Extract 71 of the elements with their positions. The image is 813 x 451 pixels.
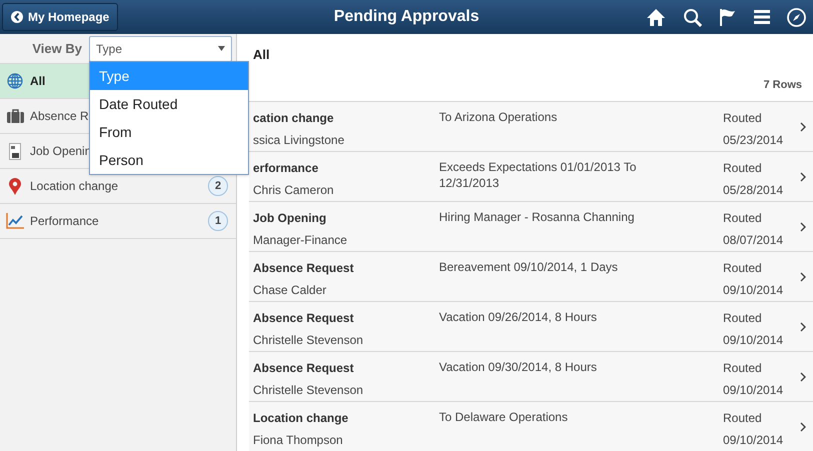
status-text: Routed [723,310,763,327]
count-badge: 1 [208,211,228,231]
approval-type: Location change [253,410,350,427]
page-title: Pending Approvals [332,7,480,27]
person-name: Christelle Stevenson [253,332,364,349]
chevron-right-icon [800,272,806,282]
approval-row[interactable]: Absence Request Christelle Stevenson Vacation 09/26/2014, 8 Hours Routed 09/10/2014 [249,302,813,352]
globe-icon [7,73,23,89]
dropdown-option[interactable]: Date Routed [90,90,248,118]
section-title: All [252,46,271,64]
approval-type: Absence Request [253,360,355,377]
approval-detail: Hiring Manager - Rosanna Channing [439,209,636,226]
chevron-right-icon [800,172,806,182]
status-text: Routed [723,410,763,427]
approval-type: Absence Request [253,310,355,327]
status-text: Routed [723,110,763,127]
approval-detail: Vacation 09/26/2014, 8 Hours [439,309,598,326]
approval-row[interactable]: Absence Request Christelle Stevenson Vacation 09/30/2014, 8 Hours Routed 09/10/2014 [249,352,813,402]
row-count: 7 Rows [763,78,802,92]
routed-date: 09/10/2014 [723,282,784,299]
approval-row[interactable]: Absence Request Chase Calder Bereavement 09/10/2014, 1 Days Routed 09/10/2014 [249,252,813,302]
document-icon [9,142,21,160]
routed-date: 09/10/2014 [723,332,784,349]
search-icon[interactable] [683,8,702,26]
dropdown-caret-icon [218,46,225,51]
chevron-right-icon [800,222,806,232]
person-name: Manager-Finance [253,232,348,249]
person-name: Fiona Thompson [253,432,344,449]
person-name: Chase Calder [253,282,328,299]
line-chart-icon [6,213,24,229]
back-button[interactable]: My Homepage [2,3,118,31]
chevron-left-icon [11,10,23,24]
chevron-right-icon [800,422,806,432]
approval-row[interactable]: Job Opening Manager-Finance Hiring Manager - Rosanna Channing Routed 08/07/2014 [249,202,813,252]
view-by-select[interactable]: Type [89,36,232,62]
approval-detail: Exceeds Expectations 01/01/2013 To 12/31/2013 [439,159,638,192]
approval-type: Absence Request [253,260,355,277]
compass-icon[interactable] [787,8,806,26]
chevron-right-icon [800,122,806,132]
count-badge: 2 [208,176,228,196]
map-pin-icon [9,178,21,194]
routed-date: 09/10/2014 [723,382,784,399]
flag-icon[interactable] [719,8,737,26]
status-text: Routed [723,260,763,277]
person-name: Chris Cameron [253,182,335,199]
approval-detail: To Delaware Operations [439,409,569,426]
routed-date: 09/10/2014 [723,432,784,449]
briefcase-icon [6,109,24,123]
view-by-label: View By [31,40,82,58]
person-name: ssica Livingstone [253,132,346,149]
routed-date: 08/07/2014 [723,232,784,249]
home-icon[interactable] [646,8,666,26]
routed-date: 05/23/2014 [723,132,784,149]
person-name: Christelle Stevenson [253,382,364,399]
approval-detail: To Arizona Operations [439,109,558,126]
routed-date: 05/28/2014 [723,182,784,199]
chevron-right-icon [800,322,806,332]
chevron-right-icon [800,372,806,382]
approval-type: erformance [253,160,320,177]
status-text: Routed [723,160,763,177]
dropdown-option[interactable]: From [90,118,248,146]
status-text: Routed [723,360,763,377]
status-text: Routed [723,210,763,227]
approval-type: Job Opening [253,210,328,227]
approval-row[interactable]: cation change ssica Livingstone To Arizona Operations Routed 05/23/2014 [249,102,813,152]
approval-type: cation change [253,110,335,127]
approval-detail: Bereavement 09/10/2014, 1 Days [439,259,619,276]
approval-row[interactable]: Location change Fiona Thompson To Delaware Operations Routed 09/10/2014 [249,402,813,451]
approval-row[interactable]: erformance Chris Cameron Exceeds Expectations 01/01/2013 To 12/31/2013 Routed 05/28/2014 [249,152,813,202]
menu-icon[interactable] [754,9,770,25]
approval-detail: Vacation 09/30/2014, 8 Hours [439,359,598,376]
